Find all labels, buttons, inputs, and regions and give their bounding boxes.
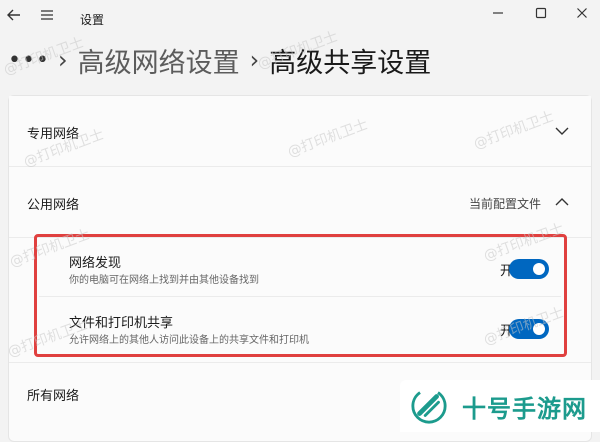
maximize-icon <box>535 7 547 19</box>
window-title: 设置 <box>80 13 105 27</box>
brand-name: 十号手游网 <box>462 394 587 423</box>
back-arrow-icon[interactable] <box>2 3 26 27</box>
maximize-button[interactable] <box>530 2 552 24</box>
current-profile-label: 当前配置文件 <box>468 197 541 211</box>
breadcrumb-parent-link[interactable]: 高级网络设置 <box>78 41 240 80</box>
brand-badge: 十号手游网 <box>400 380 600 432</box>
title-bar: 设置 <box>0 0 600 36</box>
close-button[interactable] <box>571 2 593 24</box>
close-icon <box>577 8 587 18</box>
minimize-button[interactable] <box>487 2 509 24</box>
network-discovery-description: 你的电脑可在网络上找到并由其他设备找到 <box>69 275 259 286</box>
chevron-down-icon <box>555 127 569 135</box>
all-networks-label: 所有网络 <box>27 389 80 404</box>
network-discovery-toggle[interactable] <box>509 259 549 279</box>
toggle-knob <box>533 263 545 275</box>
brand-logo-icon <box>411 388 447 424</box>
file-printer-sharing-description: 允许网络上的其他人访问此设备上的共享文件和打印机 <box>69 335 309 346</box>
chevron-up-icon <box>555 198 569 206</box>
minimize-icon <box>493 12 503 14</box>
network-discovery-title: 网络发现 <box>69 256 122 271</box>
public-network-label: 公用网络 <box>27 198 80 213</box>
hamburger-menu-icon[interactable] <box>36 3 58 27</box>
public-network-row[interactable]: 公用网络 当前配置文件 <box>9 167 591 237</box>
back-arrow-icon-graphic <box>7 9 20 21</box>
hamburger-icon-graphic <box>41 10 53 20</box>
